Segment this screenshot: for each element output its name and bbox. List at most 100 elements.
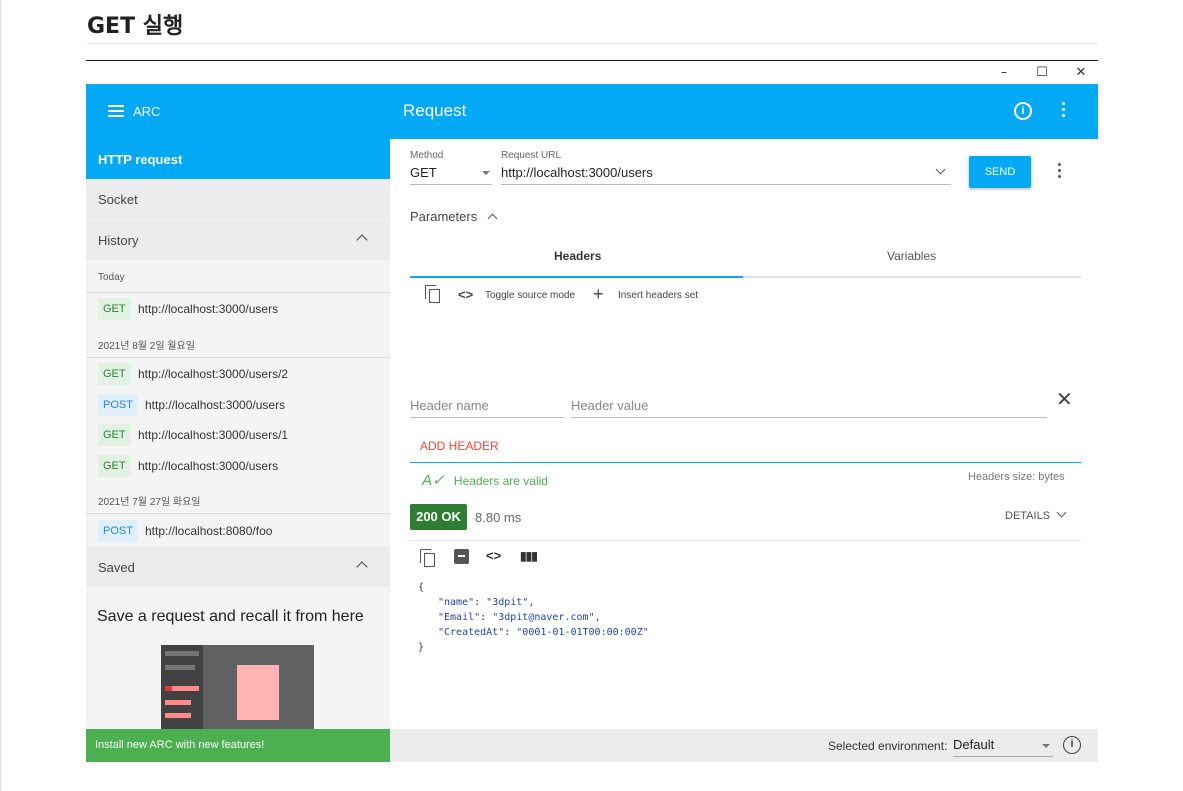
method-badge: POST bbox=[98, 394, 138, 416]
history-item[interactable]: POST http://localhost:3000/users bbox=[86, 390, 390, 420]
history-url: http://localhost:3000/users/2 bbox=[138, 367, 289, 381]
tab-variables[interactable]: Variables bbox=[887, 249, 936, 263]
response-divider bbox=[410, 540, 1081, 541]
method-badge: GET bbox=[98, 455, 131, 477]
minimize-button[interactable]: – bbox=[989, 64, 1019, 82]
history-item[interactable]: GET http://localhost:3000/users/1 bbox=[86, 420, 390, 450]
dropdown-caret-icon[interactable] bbox=[482, 171, 490, 175]
code-icon[interactable]: <> bbox=[486, 548, 501, 563]
more-vert-icon[interactable] bbox=[1056, 163, 1062, 181]
footer-bar: Selected environment: Default i bbox=[390, 729, 1098, 762]
page-title: Request bbox=[403, 101, 467, 120]
headers-divider bbox=[410, 462, 1081, 463]
info-icon[interactable]: i bbox=[1063, 736, 1081, 754]
sidebar-item-socket[interactable]: Socket bbox=[86, 179, 390, 219]
method-badge: GET bbox=[98, 424, 131, 446]
copy-icon[interactable] bbox=[425, 285, 441, 303]
send-button[interactable]: SEND bbox=[969, 156, 1031, 188]
main-header: Request i bbox=[390, 84, 1098, 139]
code-icon[interactable]: <> bbox=[458, 287, 473, 302]
json-line: "CreatedAt": "0001-01-01T00:00:00Z" bbox=[438, 627, 649, 638]
install-banner[interactable]: Install new ARC with new features! bbox=[86, 729, 390, 762]
headers-valid-status: A✓ Headers are valid bbox=[422, 471, 548, 489]
sidebar-item-http-request[interactable]: HTTP request bbox=[86, 139, 390, 179]
request-panel: Method GET Request URL http://localhost:… bbox=[390, 139, 1098, 729]
sidebar-item-history[interactable]: History bbox=[86, 220, 390, 260]
json-value: "3dpit@naver.com", bbox=[492, 612, 601, 623]
details-toggle[interactable]: DETAILS bbox=[1005, 507, 1067, 522]
insert-headers-button[interactable]: Insert headers set bbox=[618, 290, 698, 301]
history-item[interactable]: GET http://localhost:3000/users/2 bbox=[86, 359, 390, 389]
history-url: http://localhost:8080/foo bbox=[145, 524, 273, 538]
method-badge: GET bbox=[98, 363, 131, 385]
history-url: http://localhost:3000/users/1 bbox=[138, 428, 289, 442]
add-header-button[interactable]: ADD HEADER bbox=[420, 439, 499, 453]
method-badge: GET bbox=[98, 298, 131, 320]
params-tabs: Headers Variables bbox=[410, 239, 1081, 278]
chevron-down-icon[interactable] bbox=[935, 164, 946, 175]
url-input[interactable]: http://localhost:3000/users bbox=[501, 165, 653, 180]
empty-state-illustration bbox=[161, 645, 314, 729]
copy-icon[interactable] bbox=[420, 549, 436, 567]
history-url: http://localhost:3000/users bbox=[145, 398, 286, 412]
menu-icon[interactable] bbox=[108, 105, 124, 118]
header-name-underline bbox=[410, 417, 564, 418]
parameters-toggle[interactable]: Parameters bbox=[410, 209, 498, 224]
json-value: "3dpit", bbox=[486, 597, 535, 608]
add-icon[interactable]: + bbox=[593, 284, 604, 305]
close-window-button[interactable]: ✕ bbox=[1066, 64, 1096, 82]
environment-select[interactable]: Default bbox=[953, 737, 994, 752]
save-icon[interactable] bbox=[454, 549, 469, 564]
json-line: { bbox=[418, 582, 425, 593]
history-date-header: 2021년 8월 2일 월요일 bbox=[86, 325, 390, 358]
sidebar-item-saved[interactable]: Saved bbox=[86, 547, 390, 587]
response-time: 8.80 ms bbox=[475, 510, 522, 525]
chevron-up-icon bbox=[487, 213, 498, 224]
history-item[interactable]: POST http://localhost:8080/foo bbox=[86, 516, 390, 546]
info-icon[interactable]: i bbox=[1014, 102, 1032, 120]
maximize-button[interactable]: ☐ bbox=[1027, 64, 1057, 82]
toggle-source-button[interactable]: Toggle source mode bbox=[485, 290, 575, 301]
sidebar-header: ARC bbox=[86, 84, 390, 139]
history-item[interactable]: GET http://localhost:3000/users bbox=[86, 451, 390, 481]
spellcheck-icon: A✓ bbox=[422, 472, 445, 489]
window-titlebar: – ☐ ✕ bbox=[86, 61, 1098, 84]
more-vert-icon[interactable] bbox=[1060, 102, 1066, 120]
method-badge: POST bbox=[98, 520, 138, 542]
chevron-up-icon[interactable] bbox=[356, 561, 368, 573]
url-label: Request URL bbox=[501, 150, 562, 161]
history-url: http://localhost:3000/users bbox=[138, 302, 279, 316]
response-json: { "name": "3dpit", "Email": "3dpit@naver… bbox=[418, 580, 649, 655]
page-left-border bbox=[0, 0, 1, 791]
parameters-label: Parameters bbox=[410, 209, 478, 224]
dropdown-caret-icon[interactable] bbox=[1042, 744, 1050, 748]
json-line: "Email": "3dpit@naver.com", bbox=[438, 612, 601, 623]
history-label: History bbox=[98, 233, 139, 248]
arc-app-window: – ☐ ✕ ARC Request i HTTP request Socket … bbox=[86, 60, 1098, 762]
history-item[interactable]: GET http://localhost:3000/users bbox=[86, 294, 390, 324]
header-name-field[interactable]: Header name bbox=[410, 398, 489, 413]
heading-divider bbox=[87, 43, 1098, 44]
page-heading: GET 실행 bbox=[87, 14, 184, 39]
header-value-field[interactable]: Header value bbox=[571, 398, 648, 413]
saved-empty-title: Save a request and recall it from here bbox=[97, 608, 364, 625]
headers-size: Headers size: bytes bbox=[968, 471, 1065, 483]
view-column-icon[interactable]: ▮▮▮ bbox=[520, 549, 538, 563]
remove-header-icon[interactable]: ✕ bbox=[1056, 387, 1073, 411]
active-tab-indicator bbox=[410, 276, 743, 278]
url-underline bbox=[501, 184, 951, 185]
header-value-underline bbox=[571, 417, 1047, 418]
chevron-up-icon[interactable] bbox=[356, 234, 368, 246]
tab-headers[interactable]: Headers bbox=[554, 249, 601, 263]
json-value: "0001-01-01T00:00:00Z" bbox=[516, 627, 649, 638]
status-badge: 200 OK bbox=[410, 504, 467, 530]
method-select[interactable]: GET bbox=[410, 165, 437, 180]
saved-label: Saved bbox=[98, 560, 135, 575]
json-key: "CreatedAt" bbox=[438, 627, 505, 638]
saved-empty-state: Save a request and recall it from here bbox=[86, 587, 390, 729]
headers-valid-text: Headers are valid bbox=[453, 474, 548, 488]
json-key: "name" bbox=[438, 597, 475, 608]
details-label: DETAILS bbox=[1005, 510, 1051, 522]
history-date-header: Today bbox=[86, 260, 390, 293]
history-url: http://localhost:3000/users bbox=[138, 459, 279, 473]
